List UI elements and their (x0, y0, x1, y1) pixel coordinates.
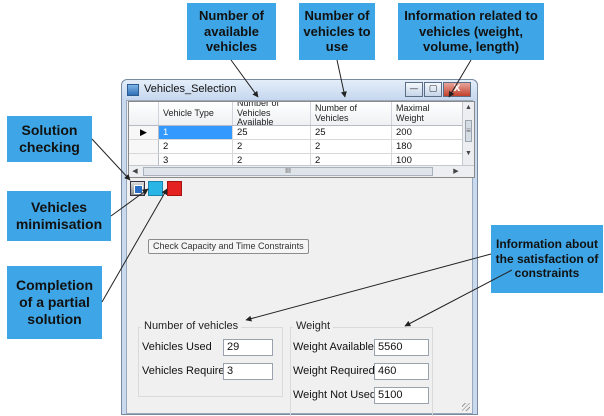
complete-partial-solution-button[interactable] (167, 181, 182, 196)
row-marker[interactable] (129, 140, 159, 153)
callout-solution-checking: Solution checking (7, 116, 92, 162)
weight-required-field[interactable]: 460 (374, 363, 429, 380)
weight-available-label: Weight Available (293, 341, 374, 353)
scroll-right-arrow-icon[interactable]: ▶ (450, 166, 462, 177)
table-row[interactable]: 2 2 2 180 (129, 140, 464, 154)
cell-vehicle-type[interactable]: 2 (159, 140, 233, 153)
callout-vehicles-minimisation: Vehicles minimisation (7, 191, 111, 241)
window-controls: — ▢ X (405, 82, 471, 97)
grid-horizontal-scrollbar[interactable]: ◀ III ▶ (129, 165, 474, 177)
resize-grip-icon[interactable] (462, 403, 470, 411)
grid-header: Vehicle Type Number of Vehicles Availabl… (129, 102, 464, 127)
vertical-scroll-thumb[interactable]: ≡ (465, 120, 472, 142)
close-button[interactable]: X (443, 82, 471, 97)
vehicles-grid[interactable]: Vehicle Type Number of Vehicles Availabl… (128, 101, 475, 178)
cell-number-of-vehicles[interactable]: 2 (311, 140, 392, 153)
cell-vehicles-available[interactable]: 25 (233, 126, 311, 139)
row-marker[interactable]: ▶ (129, 126, 159, 139)
weight-group: Weight Weight Available 5560 Weight Requ… (290, 320, 433, 416)
cell-number-of-vehicles[interactable]: 25 (311, 126, 392, 139)
window-client-area: Vehicle Type Number of Vehicles Availabl… (126, 100, 475, 416)
column-header-vehicle-type[interactable]: Vehicle Type (159, 102, 233, 125)
callout-constraints-satisfaction: Information about the satisfaction of co… (491, 225, 603, 293)
stage: Number of available vehicles Number of v… (0, 0, 604, 416)
callout-partial-solution: Completion of a partial solution (7, 266, 102, 339)
maximize-button[interactable]: ▢ (424, 82, 442, 97)
number-of-vehicles-title: Number of vehicles (141, 320, 242, 332)
cell-vehicle-type[interactable]: 1 (159, 126, 233, 139)
scroll-up-arrow-icon[interactable]: ▲ (463, 102, 474, 114)
grid-vertical-scrollbar[interactable]: ▲ ≡ ▼ (462, 102, 474, 166)
weight-title: Weight (293, 320, 334, 332)
window-title: Vehicles_Selection (144, 83, 237, 95)
vehicles-minimisation-button[interactable] (148, 181, 163, 196)
vehicles-selection-window: Vehicles_Selection — ▢ X Vehicle Type Nu… (121, 79, 478, 416)
tooltip: Check Capacity and Time Constraints (148, 239, 309, 254)
table-row[interactable]: ▶ 1 25 25 200 (129, 126, 464, 140)
window-titlebar[interactable]: Vehicles_Selection — ▢ X (122, 80, 477, 100)
vehicles-required-field[interactable]: 3 (223, 363, 273, 380)
callout-vehicles-to-use: Number of vehicles to use (299, 3, 375, 60)
minimize-button[interactable]: — (405, 82, 423, 97)
scroll-down-arrow-icon[interactable]: ▼ (463, 148, 474, 160)
scroll-left-arrow-icon[interactable]: ◀ (129, 166, 141, 177)
number-of-vehicles-group: Number of vehicles Vehicles Used 29 Vehi… (138, 320, 283, 397)
cell-maximal-weight[interactable]: 200 (392, 126, 464, 139)
column-header-vehicles-available[interactable]: Number of Vehicles Available (233, 102, 311, 127)
weight-not-used-field[interactable]: 5100 (374, 387, 429, 404)
vehicles-required-label: Vehicles Required (142, 365, 231, 377)
check-solution-button[interactable] (130, 181, 145, 196)
cell-maximal-weight[interactable]: 180 (392, 140, 464, 153)
grid-body: ▶ 1 25 25 200 2 2 2 180 3 2 2 100 (129, 126, 464, 168)
weight-not-used-label: Weight Not Used (293, 389, 376, 401)
cell-vehicles-available[interactable]: 2 (233, 140, 311, 153)
callout-available-vehicles: Number of available vehicles (187, 3, 276, 60)
weight-available-field[interactable]: 5560 (374, 339, 429, 356)
callout-vehicle-information: Information related to vehicles (weight,… (398, 3, 544, 60)
horizontal-scroll-thumb[interactable]: III (143, 167, 433, 176)
vehicles-used-label: Vehicles Used (142, 341, 212, 353)
column-header-number-of-vehicles[interactable]: Number of Vehicles (311, 102, 392, 125)
app-icon (127, 84, 139, 96)
vehicles-used-field[interactable]: 29 (223, 339, 273, 356)
row-header-corner (129, 102, 159, 125)
column-header-maximal-weight[interactable]: Maximal Weight (392, 102, 464, 125)
weight-required-label: Weight Required (293, 365, 375, 377)
